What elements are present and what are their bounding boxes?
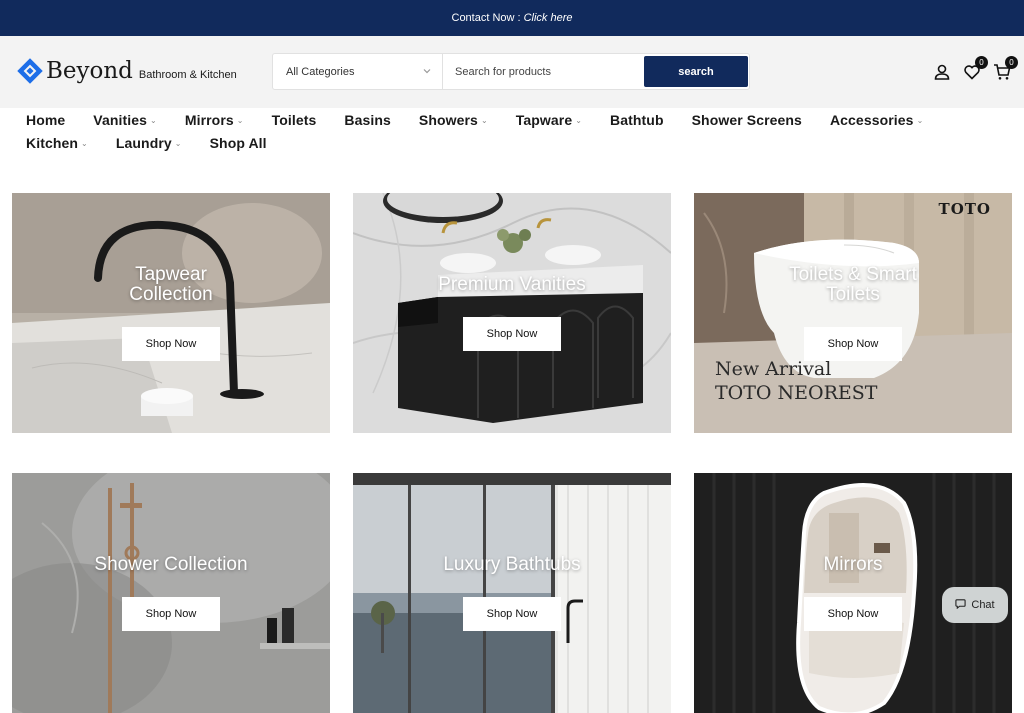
category-tile-bathtubs[interactable]: Luxury Bathtubs Shop Now	[353, 473, 671, 713]
category-tile-tapwear[interactable]: Tapwear Collection Shop Now	[12, 193, 330, 433]
cart-count-badge: 0	[1005, 56, 1018, 69]
nav-item-accessories[interactable]: Accessories ⌄	[830, 110, 923, 130]
vanity-image	[353, 193, 671, 433]
nav-item-showers[interactable]: Showers ⌄	[419, 110, 488, 130]
search-input[interactable]	[443, 54, 644, 89]
site-header: Beyond Bathroom & Kitchen All Categories…	[0, 36, 1024, 108]
nav-item-shower-screens[interactable]: Shower Screens	[692, 110, 802, 130]
chevron-down-icon: ⌄	[150, 115, 157, 125]
nav-item-toilets[interactable]: Toilets	[272, 110, 317, 130]
tile-title: Shower Collection	[94, 554, 248, 575]
nav-item-laundry[interactable]: Laundry ⌄	[116, 133, 182, 153]
category-select-value: All Categories	[286, 65, 355, 78]
chevron-down-icon	[422, 66, 432, 76]
chevron-down-icon: ⌄	[174, 138, 182, 148]
shop-now-button[interactable]: Shop Now	[122, 327, 220, 361]
search-button[interactable]: search	[644, 56, 748, 87]
nav-item-mirrors[interactable]: Mirrors ⌄	[185, 110, 244, 130]
category-tile-shower[interactable]: Shower Collection Shop Now	[12, 473, 330, 713]
header-icons: 0 0	[932, 56, 1018, 82]
category-select[interactable]: All Categories	[273, 54, 443, 89]
shop-now-button[interactable]: Shop Now	[804, 597, 902, 631]
chevron-down-icon: ⌄	[480, 115, 488, 125]
nav-item-tapware[interactable]: Tapware ⌄	[516, 110, 582, 130]
tapwear-image	[12, 193, 330, 433]
chevron-down-icon: ⌄	[916, 115, 924, 125]
site-logo[interactable]: Beyond Bathroom & Kitchen	[17, 58, 237, 84]
chevron-down-icon: ⌄	[575, 115, 583, 125]
shop-now-button[interactable]: Shop Now	[804, 327, 902, 361]
shop-now-button[interactable]: Shop Now	[122, 597, 220, 631]
contact-label: Contact Now :	[451, 12, 521, 24]
top-announcement-bar: Contact Now : Click here	[0, 0, 1024, 36]
logo-diamond-icon	[17, 58, 43, 84]
category-tile-vanities[interactable]: Premium Vanities Shop Now	[353, 193, 671, 433]
cart-icon[interactable]: 0	[992, 56, 1018, 82]
logo-wordmark: Beyond	[46, 58, 133, 84]
bathtub-image	[353, 473, 671, 713]
nav-item-shop-all[interactable]: Shop All	[210, 133, 267, 153]
category-tile-toilets[interactable]: TOTO Toilets & Smart Toilets Shop Now Ne…	[694, 193, 1012, 433]
main-navigation: Home Vanities ⌄ Mirrors ⌄ Toilets Basins S…	[0, 108, 1024, 155]
wishlist-heart-icon[interactable]: 0	[962, 56, 988, 82]
shower-image	[12, 473, 330, 713]
shop-now-button[interactable]: Shop Now	[463, 317, 561, 351]
tile-title: Premium Vanities	[438, 274, 586, 295]
wishlist-count-badge: 0	[975, 56, 988, 69]
chat-bubble-icon	[955, 598, 967, 612]
chat-label: Chat	[971, 599, 995, 611]
toto-brand-logo: TOTO	[938, 200, 991, 218]
account-icon[interactable]	[932, 62, 952, 82]
contact-link[interactable]: Click here	[524, 12, 573, 24]
nav-item-basins[interactable]: Basins	[344, 110, 391, 130]
nav-item-kitchen[interactable]: Kitchen ⌄	[26, 133, 88, 153]
tile-title: Toilets & Smart Toilets	[789, 264, 917, 305]
nav-item-bathtub[interactable]: Bathtub	[610, 110, 664, 130]
logo-subtitle: Bathroom & Kitchen	[138, 69, 237, 81]
tile-title: Mirrors	[823, 554, 883, 575]
chat-widget-button[interactable]: Chat	[942, 587, 1008, 623]
chevron-down-icon: ⌄	[236, 115, 244, 125]
chevron-down-icon: ⌄	[81, 138, 88, 148]
promo-overlay-text: New Arrival TOTO NEOREST	[715, 358, 878, 404]
shop-now-button[interactable]: Shop Now	[463, 597, 561, 631]
nav-item-vanities[interactable]: Vanities ⌄	[93, 110, 157, 130]
tile-title: Tapwear Collection	[129, 264, 213, 305]
nav-item-home[interactable]: Home	[26, 110, 65, 130]
search-bar: All Categories search	[272, 53, 750, 90]
tile-title: Luxury Bathtubs	[443, 554, 581, 575]
